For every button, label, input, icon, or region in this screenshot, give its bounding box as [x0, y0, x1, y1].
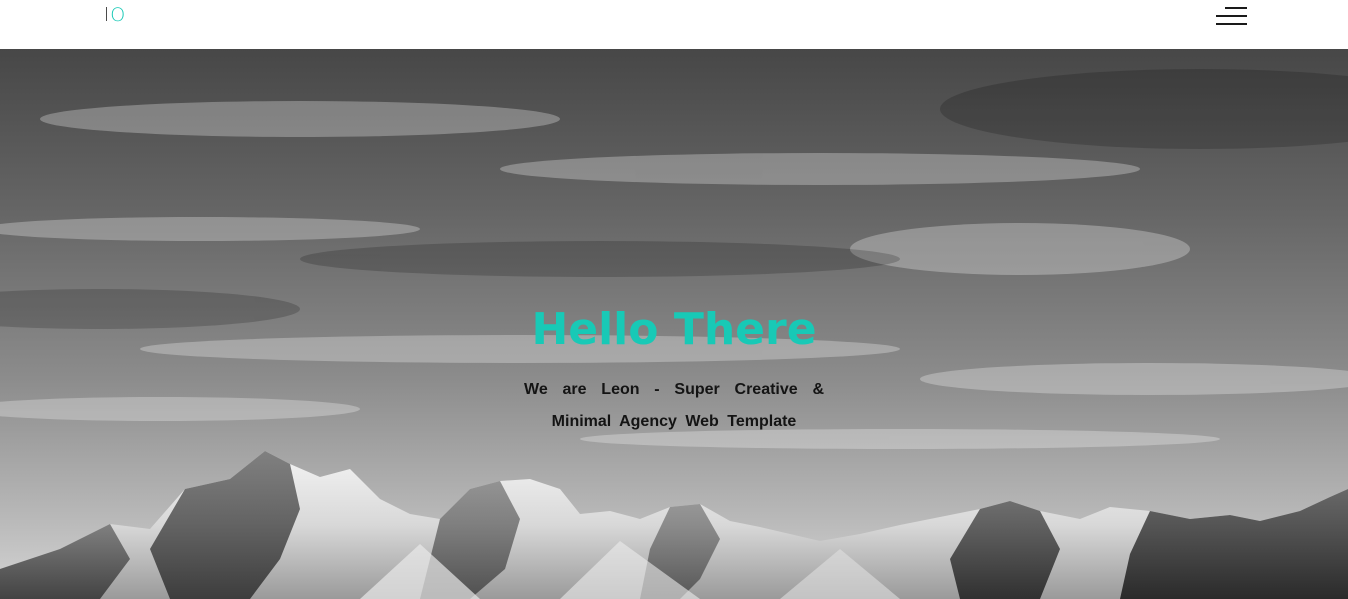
logo-letter-o: O — [110, 4, 127, 26]
menu-bar-bottom — [1216, 23, 1247, 25]
hero-section: Hello There We are Leon - Super Creative… — [0, 49, 1348, 599]
hero-content: Hello There We are Leon - Super Creative… — [0, 49, 1348, 599]
hero-title: Hello There — [531, 304, 817, 355]
hamburger-menu-icon[interactable] — [1213, 7, 1247, 27]
hero-subtitle: We are Leon - Super Creative & Minimal A… — [524, 381, 824, 430]
menu-bar-top — [1225, 7, 1247, 9]
menu-bar-middle — [1216, 15, 1247, 17]
site-logo[interactable]: lO — [104, 4, 126, 26]
site-header: lO — [0, 0, 1348, 49]
